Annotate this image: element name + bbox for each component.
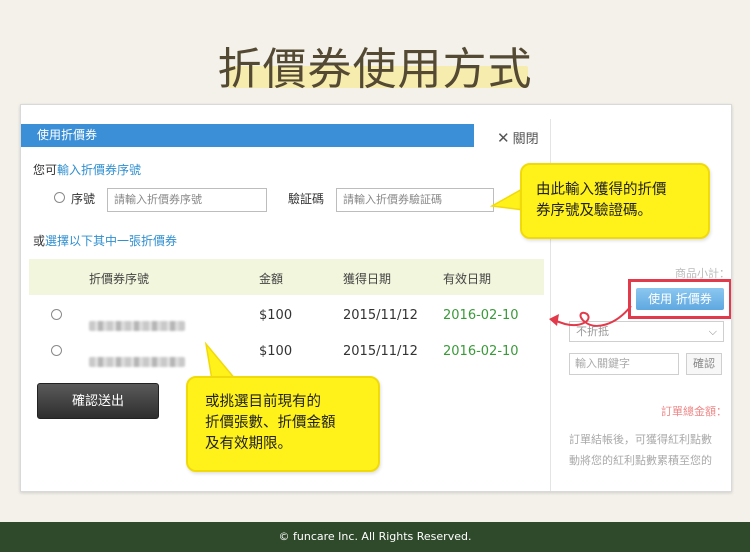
serial-radio[interactable] bbox=[54, 192, 65, 203]
close-label: 關閉 bbox=[512, 132, 539, 147]
submit-button[interactable]: 確認送出 bbox=[37, 383, 159, 419]
col-obtained: 獲得日期 bbox=[343, 272, 392, 286]
select-coupon-link[interactable]: 選擇以下其中一張折價券 bbox=[45, 234, 177, 248]
row-radio[interactable] bbox=[51, 309, 62, 320]
col-serial: 折價券序號 bbox=[89, 272, 150, 286]
row-obtained: 2015/11/12 bbox=[343, 344, 418, 359]
serial-hint-callout: 由此輸入獲得的折價 券序號及驗證碼。 bbox=[520, 163, 710, 239]
verify-label: 驗証碼 bbox=[288, 192, 325, 206]
callout-bottom-line2: 折價張數、折價金額 bbox=[205, 415, 336, 431]
row-amount: $100 bbox=[259, 344, 293, 359]
verify-code-input[interactable]: 請輸入折價券驗証碼 bbox=[336, 188, 494, 212]
order-total-label: 訂單總金額： bbox=[661, 405, 727, 418]
bonus-note-line1: 訂單結帳後，可獲得紅利點數 bbox=[569, 433, 712, 446]
coupon-table-header: 折價券序號 金額 獲得日期 有效日期 bbox=[29, 259, 544, 295]
enter-prefix: 您可 bbox=[33, 163, 58, 177]
table-row[interactable]: $100 2015/11/12 2016-02-10 bbox=[29, 297, 544, 333]
close-icon: ✕ bbox=[497, 129, 510, 147]
select-coupon-prompt: 或選擇以下其中一張折價券 bbox=[33, 232, 177, 249]
row-amount: $100 bbox=[259, 308, 293, 323]
enter-serial-link[interactable]: 輸入折價券序號 bbox=[57, 163, 141, 177]
use-coupon-button[interactable]: 使用 折價券 bbox=[636, 288, 724, 310]
row-radio[interactable] bbox=[51, 345, 62, 356]
callout-bottom-line3: 及有效期限。 bbox=[205, 436, 292, 452]
bonus-note-line2: 動將您的紅利點數累積至您的 bbox=[569, 454, 712, 467]
row-obtained: 2015/11/12 bbox=[343, 308, 418, 323]
callout-top-line2: 券序號及驗證碼。 bbox=[536, 203, 652, 219]
row-expires: 2016-02-10 bbox=[443, 344, 519, 359]
keyword-input[interactable]: 輸入關鍵字 bbox=[569, 353, 679, 375]
chevron-down-icon: ⌵ bbox=[708, 325, 717, 338]
serial-input[interactable]: 請輸入折價券序號 bbox=[107, 188, 267, 212]
callout-bottom-line1: 或挑選目前現有的 bbox=[205, 394, 321, 410]
row-expires: 2016-02-10 bbox=[443, 308, 519, 323]
page-title: 折價券使用方式 bbox=[217, 44, 533, 95]
col-expires: 有效日期 bbox=[443, 272, 492, 286]
table-row[interactable]: $100 2015/11/12 2016-02-10 bbox=[29, 333, 544, 369]
footer: © funcare Inc. All Rights Reserved. bbox=[0, 522, 750, 552]
serial-label: 序號 bbox=[71, 192, 96, 206]
use-coupon-highlight: 使用 折價券 bbox=[628, 279, 731, 319]
red-arrow-icon bbox=[549, 305, 632, 327]
col-amount: 金額 bbox=[259, 272, 284, 286]
select-prefix: 或 bbox=[33, 234, 46, 248]
modal-header: 使用折價券 bbox=[21, 124, 474, 147]
select-hint-callout: 或挑選目前現有的 折價張數、折價金額 及有效期限。 bbox=[186, 376, 380, 472]
close-button[interactable]: ✕ 關閉 bbox=[497, 128, 539, 147]
callout-top-line1: 由此輸入獲得的折價 bbox=[536, 182, 667, 198]
confirm-button[interactable]: 確認 bbox=[686, 353, 722, 375]
enter-serial-prompt: 您可輸入折價券序號 bbox=[33, 161, 141, 178]
